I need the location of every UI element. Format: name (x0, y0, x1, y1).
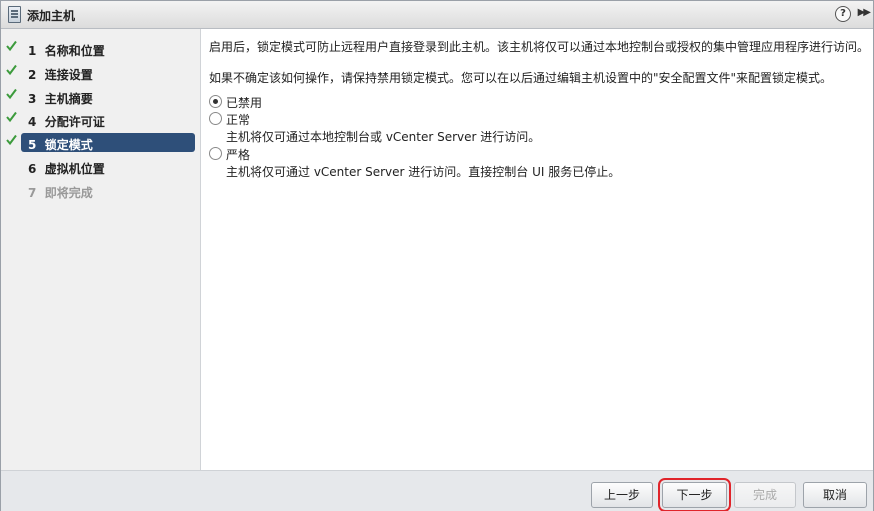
step-number: 6 (28, 162, 37, 176)
step-label: 连接设置 (44, 68, 93, 82)
title-bar: 添加主机 ? ▶▶ (1, 1, 873, 29)
intro-text: 启用后，锁定模式可防止远程用户直接登录到此主机。该主机将仅可以通过本地控制台或授… (209, 40, 870, 54)
check-icon (6, 64, 17, 76)
step-label: 即将完成 (44, 186, 93, 200)
option-description: 主机将仅可通过本地控制台或 vCenter Server 进行访问。 (226, 130, 541, 144)
radio-button[interactable] (209, 112, 222, 125)
step-4[interactable]: 4 分配许可证 (6, 110, 195, 129)
back-button[interactable]: 上一步 (591, 482, 653, 508)
step-1[interactable]: 1 名称和位置 (6, 39, 195, 58)
check-icon (6, 111, 17, 123)
radio-button[interactable] (209, 147, 222, 160)
wizard-steps: 1 名称和位置 2 连接设置 3 主机摘要 4 分配许可证 5 锁定模式 6 虚… (1, 29, 201, 470)
step-7: 7 即将完成 (21, 181, 195, 200)
step-number: 7 (28, 186, 37, 200)
hint-text: 如果不确定该如何操作，请保持禁用锁定模式。您可以在以后通过编辑主机设置中的"安全… (209, 71, 833, 85)
step-label: 主机摘要 (44, 92, 93, 106)
option-description: 主机将仅可通过 vCenter Server 进行访问。直接控制台 UI 服务已… (226, 165, 621, 179)
step-label: 名称和位置 (44, 44, 105, 58)
step-label: 虚拟机位置 (44, 162, 105, 176)
step-5[interactable]: 5 锁定模式 (6, 133, 195, 152)
step-label: 分配许可证 (44, 115, 105, 129)
step-label: 锁定模式 (44, 138, 93, 152)
option-label: 已禁用 (226, 96, 263, 110)
check-icon (6, 134, 17, 146)
add-host-dialog: 添加主机 ? ▶▶ 1 名称和位置 2 连接设置 3 主机摘要 4 分配许可证 … (0, 0, 874, 511)
radio-button-selected[interactable] (209, 95, 222, 108)
step-3[interactable]: 3 主机摘要 (6, 87, 195, 106)
step-number: 5 (28, 138, 37, 152)
finish-button: 完成 (734, 482, 796, 508)
expand-icon[interactable]: ▶▶ (858, 7, 871, 18)
step-number: 4 (28, 115, 37, 129)
check-icon (6, 40, 17, 52)
check-icon (6, 88, 17, 100)
option-label: 正常 (226, 113, 251, 127)
step-number: 1 (28, 44, 37, 58)
step-number: 3 (28, 92, 37, 106)
help-icon[interactable]: ? (835, 6, 851, 22)
next-button[interactable]: 下一步 (658, 478, 731, 511)
dialog-title: 添加主机 (27, 9, 76, 23)
wizard-footer: 上一步 下一步 完成 取消 (1, 470, 873, 511)
cancel-button[interactable]: 取消 (803, 482, 867, 508)
step-number: 2 (28, 68, 37, 82)
option-label: 严格 (226, 148, 251, 162)
host-wizard-icon (8, 6, 21, 23)
step-2[interactable]: 2 连接设置 (6, 63, 195, 82)
step-6[interactable]: 6 虚拟机位置 (21, 157, 195, 176)
